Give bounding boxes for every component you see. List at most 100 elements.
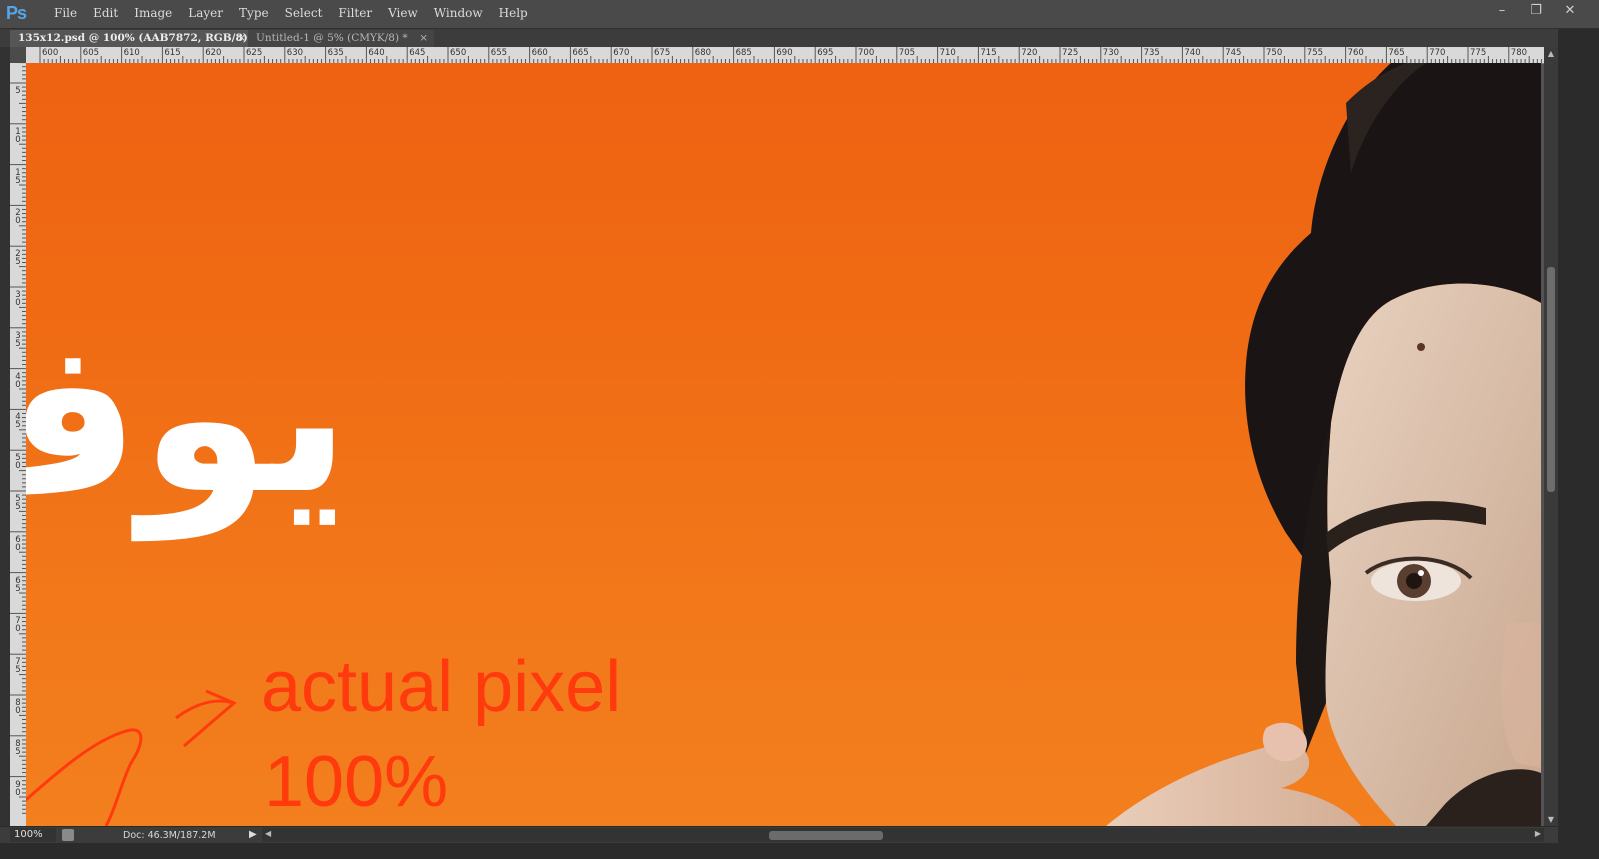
ruler-tick-label: 770 <box>1429 48 1446 58</box>
status-menu-arrow-icon[interactable]: ▶ <box>249 829 257 840</box>
ruler-tick-label: 775 <box>1470 48 1487 58</box>
document-tab-bar: 135x12.psd @ 100% (AAB7872, RGB/8) * × U… <box>0 29 1599 47</box>
document-size-info: Doc: 46.3M/187.2M <box>123 830 216 841</box>
ruler-tick-label: 685 <box>735 48 752 58</box>
ruler-tick-label: 635 <box>327 48 344 58</box>
ruler-tick-label: 7 0 <box>15 616 21 635</box>
ruler-tick-label: 615 <box>164 48 181 58</box>
scroll-right-arrow-icon[interactable]: ▶ <box>1535 829 1541 838</box>
scroll-up-arrow-icon[interactable]: ▲ <box>1546 49 1556 58</box>
ruler-tick-label: 640 <box>368 48 385 58</box>
ruler-tick-label: 670 <box>613 48 630 58</box>
vertical-scrollbar[interactable]: ▲ ▼ <box>1544 47 1558 826</box>
ruler-tick-label: 2 0 <box>15 208 21 227</box>
ruler-tick-label: 610 <box>123 48 140 58</box>
tab-close-icon[interactable]: × <box>237 30 246 47</box>
photoshop-logo-icon: Ps <box>6 3 27 23</box>
vertical-scroll-thumb[interactable] <box>1547 267 1555 492</box>
menu-file[interactable]: File <box>46 6 85 20</box>
status-info-icon[interactable] <box>62 829 74 841</box>
tab-label: Untitled-1 @ 5% (CMYK/8) * <box>256 32 408 44</box>
zoom-level-field[interactable]: 100% <box>10 828 56 842</box>
menu-view[interactable]: View <box>380 6 426 20</box>
ruler-tick-label: 735 <box>1143 48 1160 58</box>
ruler-tick-label: 690 <box>776 48 793 58</box>
ruler-tick-label: 645 <box>409 48 426 58</box>
menu-help[interactable]: Help <box>491 6 536 20</box>
ruler-tick-label: 650 <box>450 48 467 58</box>
ruler-tick-label: 5 0 <box>15 453 21 472</box>
ruler-tick-label: 7 5 <box>15 657 21 676</box>
document-canvas[interactable]: يوف <box>26 63 1541 826</box>
tab-135x12-psd[interactable]: 135x12.psd @ 100% (AAB7872, RGB/8) * × <box>10 30 257 47</box>
ruler-tick-label: 6 0 <box>15 534 21 553</box>
ruler-tick-label: 680 <box>694 48 712 58</box>
ruler-tick-label: 625 <box>246 48 263 58</box>
ruler-tick-label: 1 5 <box>15 167 21 186</box>
ruler-tick-label: 9 0 <box>15 779 21 798</box>
ruler-tick-label: 740 <box>1184 48 1201 58</box>
scroll-down-arrow-icon[interactable]: ▼ <box>1546 815 1556 824</box>
menu-bar: Ps File Edit Image Layer Type Select Filter Vie… <box>0 0 1599 29</box>
ruler-tick-label: 710 <box>939 48 956 58</box>
ruler-tick-label: 630 <box>286 48 304 58</box>
ruler-tick-label: 665 <box>572 48 589 58</box>
ruler-tick-label: 5 5 <box>15 494 21 512</box>
ruler-tick-label: 1 0 <box>15 126 21 145</box>
horizontal-ruler[interactable]: 600 605 610 615 620 625 630 635 640 645 650 655 660 6… <box>26 47 1546 64</box>
ruler-tick-label: 750 <box>1266 48 1283 58</box>
ruler-tick-label: 605 <box>82 48 100 58</box>
annotation-actual-pixel: actual pixel <box>261 647 622 727</box>
ruler-tick-label: 8 0 <box>15 698 21 716</box>
menu-edit[interactable]: Edit <box>85 6 126 20</box>
ruler-tick-label: 675 <box>654 48 671 58</box>
scroll-left-arrow-icon[interactable]: ◀ <box>265 829 271 838</box>
close-button[interactable]: ✕ <box>1555 1 1585 19</box>
restore-button[interactable]: ❐ <box>1521 1 1551 19</box>
window-controls: – ❐ ✕ <box>1487 1 1585 19</box>
annotation-100-percent: 100% <box>264 742 449 822</box>
horizontal-scrollbar[interactable]: ◀ ▶ <box>262 828 1544 842</box>
ruler-tick-label: 745 <box>1225 48 1242 58</box>
ruler-tick-label: 730 <box>1102 48 1120 58</box>
menu-window[interactable]: Window <box>426 6 491 20</box>
ruler-tick-label: 4 5 <box>15 412 21 431</box>
ruler-tick-label: 5 <box>15 86 21 96</box>
left-panel-strip <box>0 47 10 859</box>
minimize-button[interactable]: – <box>1487 1 1517 19</box>
vertical-ruler[interactable]: 5 1 0 1 5 2 0 2 5 3 0 3 5 4 0 4 5 5 0 5 5 6 0 6 5 7 0… <box>10 63 27 826</box>
ruler-tick-label: 720 <box>1021 48 1038 58</box>
tab-close-icon[interactable]: × <box>419 30 428 47</box>
menu-type[interactable]: Type <box>231 6 277 20</box>
ruler-tick-label: 760 <box>1347 48 1364 58</box>
menu-items: File Edit Image Layer Type Select Filter View Wi… <box>46 6 536 20</box>
ruler-tick-label: 700 <box>858 48 875 58</box>
menu-filter[interactable]: Filter <box>330 6 380 20</box>
ruler-tick-label: 780 <box>1510 48 1528 58</box>
ruler-tick-label: 4 0 <box>15 371 21 390</box>
ruler-origin[interactable] <box>10 47 27 64</box>
ruler-tick-label: 695 <box>817 48 834 58</box>
menu-layer[interactable]: Layer <box>180 6 231 20</box>
ruler-tick-label: 705 <box>898 48 916 58</box>
ruler-tick-label: 765 <box>1388 48 1405 58</box>
ruler-tick-label: 3 5 <box>15 330 21 349</box>
tab-untitled-1[interactable]: Untitled-1 @ 5% (CMYK/8) * × <box>248 30 434 47</box>
tab-label: 135x12.psd @ 100% (AAB7872, RGB/8) * <box>18 32 257 44</box>
ruler-tick-label: 8 5 <box>15 738 21 757</box>
ruler-tick-label: 755 <box>1306 48 1324 58</box>
ruler-tick-label: 725 <box>1062 48 1079 58</box>
ruler-tick-label: 2 5 <box>15 249 21 268</box>
menu-select[interactable]: Select <box>277 6 331 20</box>
ruler-tick-label: 600 <box>42 48 59 58</box>
ruler-tick-label: 6 5 <box>15 575 21 594</box>
ruler-tick-label: 660 <box>531 48 548 58</box>
ruler-tick-label: 620 <box>205 48 222 58</box>
ruler-tick-label: 715 <box>980 48 997 58</box>
menu-image[interactable]: Image <box>126 6 180 20</box>
bottom-edge <box>0 843 1599 859</box>
status-bar: 100% Doc: 46.3M/187.2M ▶ ◀ ▶ <box>0 826 1558 844</box>
horizontal-scroll-thumb[interactable] <box>769 831 883 840</box>
ruler-tick-label: 655 <box>490 48 508 58</box>
ruler-tick-label: 3 0 <box>15 290 21 308</box>
